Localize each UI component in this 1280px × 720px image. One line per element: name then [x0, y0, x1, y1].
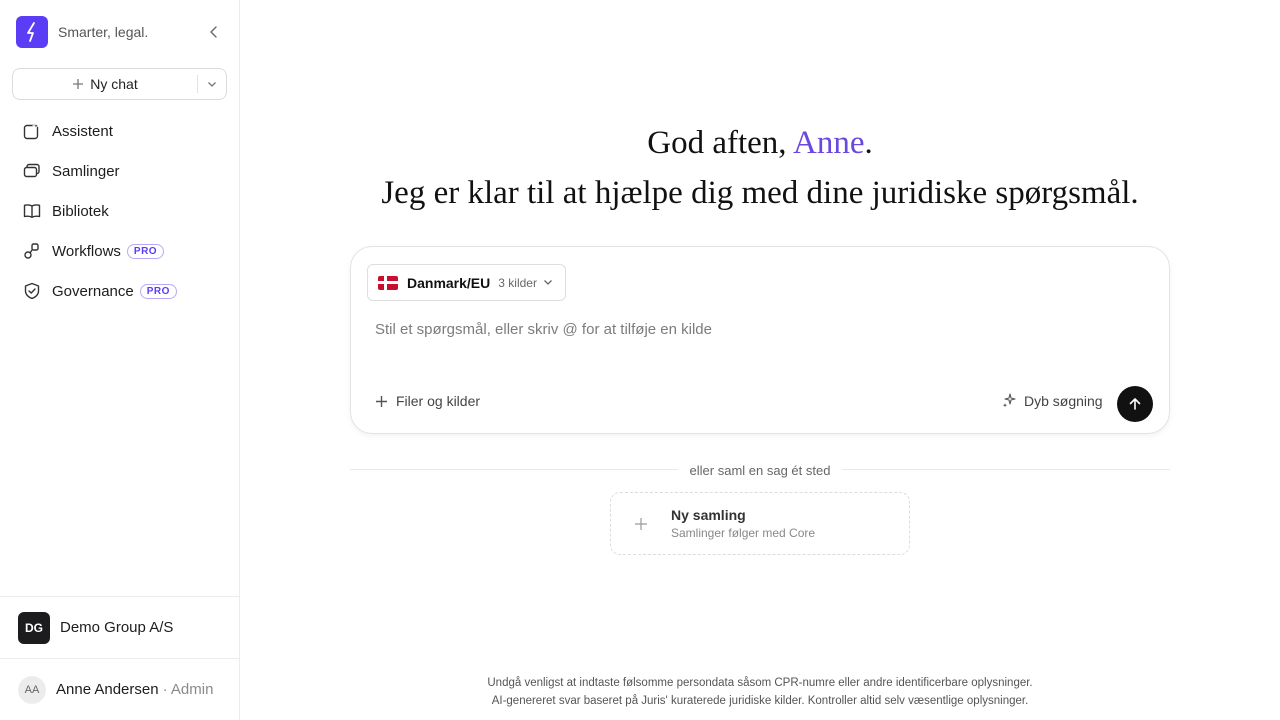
new-collection-subtitle: Samlinger følger med Core — [671, 526, 816, 540]
sidebar-item-label: Assistent — [52, 122, 113, 140]
sparkle-icon — [1002, 393, 1016, 408]
plus-icon — [376, 395, 387, 407]
deep-search-label: Dyb søgning — [1024, 393, 1103, 409]
new-chat-dropdown[interactable] — [198, 69, 226, 99]
arrow-up-icon — [1129, 398, 1141, 410]
chevron-down-icon — [208, 81, 216, 87]
organization-switcher[interactable]: DG Demo Group A/S — [0, 596, 239, 658]
new-chat-button[interactable]: Ny chat — [13, 69, 197, 99]
plus-icon — [611, 517, 671, 531]
user-role: · Admin — [162, 681, 214, 698]
deep-search-toggle[interactable]: Dyb søgning — [1001, 393, 1103, 409]
sidebar-item-label: Workflows — [52, 242, 121, 260]
workflow-icon — [23, 242, 41, 260]
collapse-sidebar-button[interactable] — [204, 22, 224, 42]
collections-icon — [23, 162, 41, 180]
chevron-down-icon — [543, 279, 553, 286]
jurisdiction-label: Danmark/EU — [407, 274, 491, 291]
sidebar-item-governance[interactable]: Governance PRO — [12, 271, 228, 311]
new-chat-group: Ny chat — [12, 68, 227, 100]
sidebar-item-workflows[interactable]: Workflows PRO — [12, 231, 228, 271]
greeting-name: Anne — [792, 125, 865, 161]
pro-badge: PRO — [139, 283, 177, 299]
sidebar-item-label: Samlinger — [52, 162, 120, 180]
brand: Smarter, legal. — [16, 16, 148, 48]
chat-composer: Danmark/EU 3 kilder Filer og kilder Dyb … — [350, 246, 1170, 434]
org-name: Demo Group A/S — [60, 619, 174, 636]
prompt-input[interactable] — [375, 321, 1135, 338]
sidebar: Smarter, legal. Ny chat Assistent Samlin… — [0, 0, 240, 720]
user-menu[interactable]: AA Anne Andersen · Admin — [0, 658, 239, 720]
greeting-prefix: God aften, — [647, 125, 793, 161]
shield-icon — [23, 282, 41, 300]
chevron-left-icon — [210, 26, 217, 38]
new-chat-label: Ny chat — [90, 76, 138, 92]
disclaimer-line-1: Undgå venligst at indtaste følsomme pers… — [487, 677, 1033, 689]
new-collection-card[interactable]: Ny samling Samlinger følger med Core — [610, 492, 910, 555]
sidebar-item-bibliotek[interactable]: Bibliotek — [12, 191, 228, 231]
greeting-line-1: God aften, Anne. — [240, 118, 1280, 168]
sidebar-item-label: Governance — [52, 282, 134, 300]
sidebar-item-assistent[interactable]: Assistent — [12, 111, 228, 151]
new-collection-title: Ny samling — [671, 507, 746, 523]
greeting: God aften, Anne. Jeg er klar til at hjæl… — [240, 118, 1280, 218]
logo-icon[interactable] — [16, 16, 48, 48]
book-icon — [23, 202, 41, 220]
pro-badge: PRO — [126, 243, 165, 259]
greeting-suffix: . — [864, 125, 873, 161]
new-collection-text: Ny samling Samlinger følger med Core — [671, 507, 815, 540]
disclaimer-line-2: AI-genereret svar baseret på Juris' kura… — [491, 695, 1029, 707]
source-count: 3 kilder — [498, 275, 537, 290]
sidebar-nav: Assistent Samlinger Bibliotek Workflows … — [12, 111, 228, 311]
user-name: Anne Andersen — [56, 681, 159, 698]
files-label: Filer og kilder — [396, 393, 481, 409]
files-and-sources-button[interactable]: Filer og kilder — [375, 393, 480, 409]
send-button[interactable] — [1117, 386, 1153, 422]
divider-text: eller saml en sag ét sted — [677, 463, 843, 478]
org-avatar: DG — [18, 611, 50, 644]
disclaimer: Undgå venligst at indtaste følsomme pers… — [240, 674, 1280, 710]
greeting-line-2: Jeg er klar til at hjælpe dig med dine j… — [381, 175, 1139, 211]
tagline: Smarter, legal. — [58, 24, 149, 40]
jurisdiction-selector[interactable]: Danmark/EU 3 kilder — [367, 264, 566, 301]
assistant-icon — [23, 122, 41, 140]
denmark-flag-icon — [378, 275, 398, 290]
sidebar-item-label: Bibliotek — [52, 202, 109, 220]
plus-icon — [73, 79, 84, 89]
sidebar-item-samlinger[interactable]: Samlinger — [12, 151, 228, 191]
avatar: AA — [18, 675, 46, 704]
divider-label: eller saml en sag ét sted — [240, 462, 1280, 480]
main-content: God aften, Anne. Jeg er klar til at hjæl… — [240, 0, 1280, 720]
